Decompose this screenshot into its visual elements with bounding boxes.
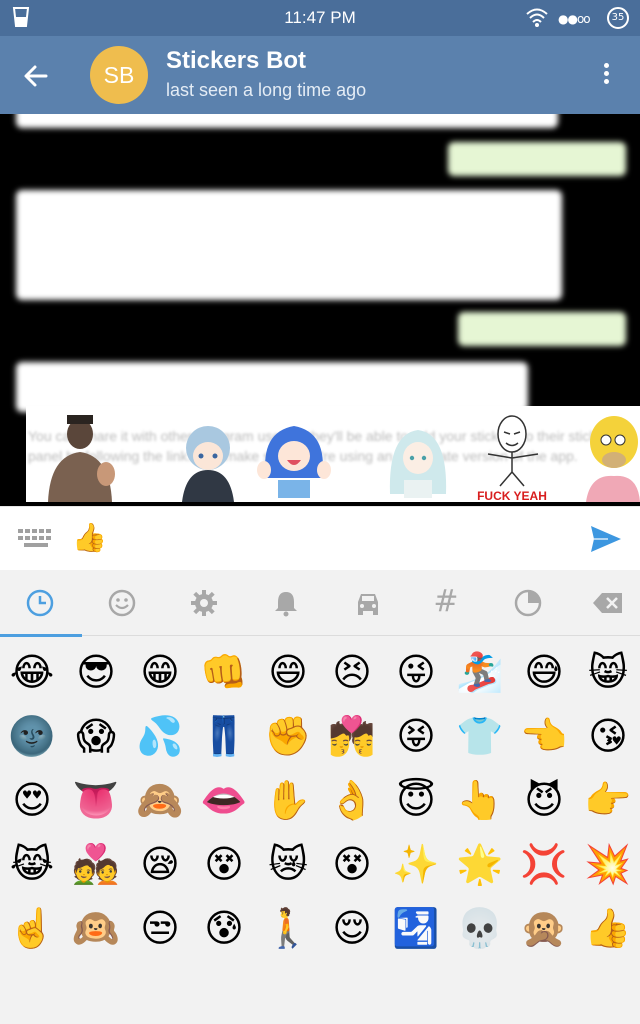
rage-face-sticker[interactable]: FUCK YEAH <box>464 410 560 503</box>
emoji-category-tabs: # <box>0 570 640 637</box>
emoji-key[interactable]: 😝 <box>384 704 448 768</box>
emoji-key[interactable]: 👖 <box>192 704 256 768</box>
emoji-key[interactable]: ✊ <box>256 704 320 768</box>
chat-header: SB Stickers Bot last seen a long time ag… <box>0 36 640 114</box>
send-icon[interactable] <box>590 525 622 557</box>
emoji-key[interactable]: 😎 <box>64 640 128 704</box>
sticker-suggestions: You can share it with other Telegram use… <box>26 406 640 503</box>
emoji-key[interactable]: 😜 <box>384 640 448 704</box>
emoji-key[interactable]: ✨ <box>384 832 448 896</box>
message-input-field[interactable]: 👍 <box>72 521 107 554</box>
keyboard-icon[interactable] <box>18 527 56 555</box>
tab-nature[interactable] <box>488 570 568 636</box>
emoji-key[interactable]: 👈 <box>512 704 576 768</box>
emoji-key[interactable]: 🌟 <box>448 832 512 896</box>
emoji-key[interactable]: 😪 <box>128 832 192 896</box>
emoji-key[interactable]: 🚶 <box>256 896 320 960</box>
emoji-key[interactable]: 😿 <box>256 832 320 896</box>
homer-sticker[interactable] <box>578 410 640 502</box>
back-arrow-icon[interactable] <box>20 60 52 92</box>
emoji-key[interactable]: 👄 <box>192 768 256 832</box>
emoji-key[interactable]: 👕 <box>448 704 512 768</box>
emoji-key[interactable]: 😍 <box>0 768 64 832</box>
message-bubble <box>16 362 528 412</box>
more-options-icon[interactable] <box>596 60 616 92</box>
chat-title[interactable]: Stickers Bot <box>166 47 306 75</box>
emoji-key[interactable]: 😘 <box>576 704 640 768</box>
emoji-key[interactable]: 😱 <box>64 704 128 768</box>
emoji-key[interactable]: ☝️ <box>0 896 64 960</box>
emoji-key[interactable]: 😵 <box>320 832 384 896</box>
tab-recent[interactable] <box>0 570 82 637</box>
moon-icon <box>514 589 542 617</box>
emoji-key[interactable]: 👊 <box>192 640 256 704</box>
last-seen-status: last seen a long time ago <box>166 80 367 100</box>
clock-icon <box>26 589 54 617</box>
signal-indicator: ●●oo <box>558 12 591 26</box>
bell-icon <box>275 592 297 617</box>
hash-icon: # <box>433 584 459 619</box>
emoji-key[interactable]: 🙈 <box>128 768 192 832</box>
emoji-key[interactable]: 😄 <box>256 640 320 704</box>
emoji-key[interactable]: 👌 <box>320 768 384 832</box>
message-bubble <box>16 190 562 300</box>
emoji-key[interactable]: 👅 <box>64 768 128 832</box>
emoji-key[interactable]: ✋ <box>256 768 320 832</box>
white-hair-girl-sticker[interactable] <box>378 410 458 502</box>
emoji-key[interactable]: 🙉 <box>64 896 128 960</box>
status-bar: 11:47 PM ●●oo 35 <box>0 0 640 36</box>
blue-hair-anime-sticker[interactable] <box>168 410 248 502</box>
emoji-key[interactable]: 👍 <box>576 896 640 960</box>
emoji-key[interactable]: 💥 <box>576 832 640 896</box>
message-input-bar: 👍 <box>0 506 640 570</box>
emoji-key[interactable]: 👆 <box>448 768 512 832</box>
wifi-icon <box>526 7 548 31</box>
emoji-key[interactable]: 😸 <box>576 640 640 704</box>
emoji-key[interactable]: 😁 <box>128 640 192 704</box>
message-bubble <box>448 142 626 176</box>
emoji-key[interactable]: 🙊 <box>512 896 576 960</box>
emoji-key[interactable]: 👉 <box>576 768 640 832</box>
avatar[interactable]: SB <box>90 46 148 104</box>
emoji-key[interactable]: 💏 <box>320 704 384 768</box>
emoji-keyboard: # 😂 😎 😁 👊 😄 😣 😜 🏂 😅 😸 🌚 😱 💦 👖 ✊ 💏 😝 👕 👈 😘 😍 👅 🙈 👄 ✋ 👌 😇 👆 😈 👉 😹 💑 😪 😵 😿 😵 ✨ 🌟… <box>0 570 640 1024</box>
car-icon <box>358 594 378 615</box>
smile-icon <box>108 589 136 617</box>
emoji-key[interactable]: 💑 <box>64 832 128 896</box>
emoji-key[interactable]: 😅 <box>512 640 576 704</box>
emoji-key[interactable]: 😣 <box>320 640 384 704</box>
blue-hair-girl-thumbs-sticker[interactable] <box>254 410 334 502</box>
emoji-key[interactable]: 😂 <box>0 640 64 704</box>
tab-travel[interactable] <box>328 570 408 636</box>
tab-objects[interactable] <box>164 570 244 636</box>
tab-smileys[interactable] <box>82 570 162 636</box>
rage-face-caption: FUCK YEAH <box>477 489 547 502</box>
message-bubble <box>458 312 626 346</box>
emoji-key[interactable]: 😈 <box>512 768 576 832</box>
muscle-man-sticker[interactable] <box>40 410 120 502</box>
emoji-key[interactable]: 😌 <box>320 896 384 960</box>
emoji-key[interactable]: 😰 <box>192 896 256 960</box>
emoji-key[interactable]: 💢 <box>512 832 576 896</box>
emoji-key[interactable]: 💦 <box>128 704 192 768</box>
emoji-key[interactable]: 😵 <box>192 832 256 896</box>
emoji-key[interactable]: 😹 <box>0 832 64 896</box>
active-tab-indicator <box>0 634 82 637</box>
backspace-icon <box>593 593 622 613</box>
emoji-key[interactable]: 💀 <box>448 896 512 960</box>
battery-icon: 35 <box>607 7 629 29</box>
emoji-key[interactable]: 🛂 <box>384 896 448 960</box>
tab-notifications[interactable] <box>246 570 326 636</box>
gear-icon <box>191 590 217 616</box>
emoji-key[interactable]: 😒 <box>128 896 192 960</box>
chat-history[interactable]: You can share it with other Telegram use… <box>0 114 640 506</box>
tab-backspace[interactable] <box>566 570 640 636</box>
emoji-key[interactable]: 🏂 <box>448 640 512 704</box>
tab-symbols[interactable]: # <box>406 570 486 636</box>
emoji-key[interactable]: 🌚 <box>0 704 64 768</box>
emoji-key[interactable]: 😇 <box>384 768 448 832</box>
message-bubble <box>16 114 558 128</box>
